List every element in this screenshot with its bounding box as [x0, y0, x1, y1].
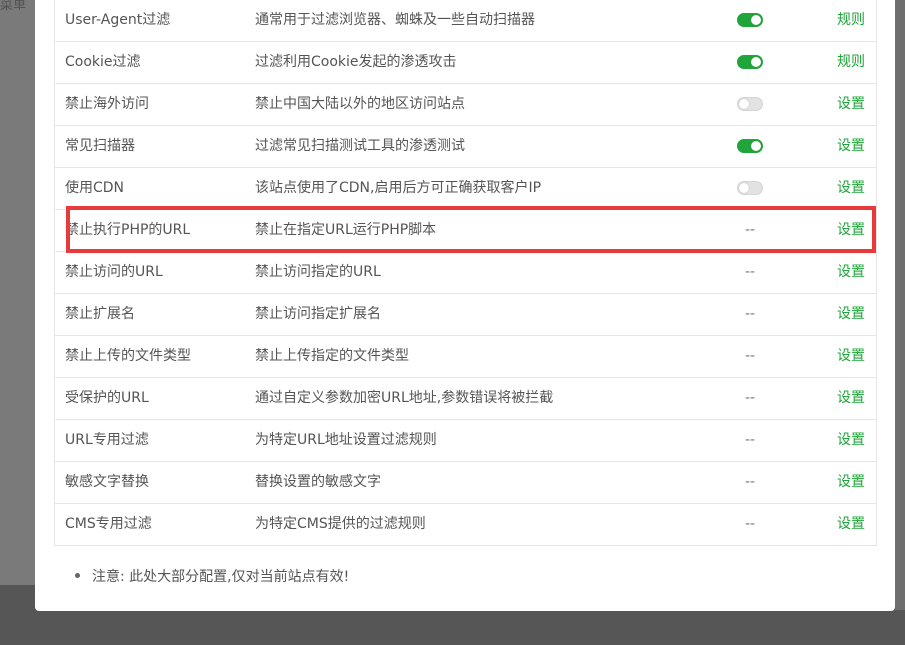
table-row: Cookie过滤 过滤利用Cookie发起的渗透攻击 规则 [55, 42, 876, 84]
rule-description: 禁止在指定URL运行PHP脚本 [255, 222, 437, 238]
rule-status: -- [744, 474, 756, 490]
rule-name: 使用CDN [65, 180, 125, 196]
rule-toggle-switch[interactable] [737, 13, 763, 27]
rule-status: -- [744, 348, 756, 364]
rule-status-cell [725, 168, 775, 209]
table-row: 使用CDN 该站点使用了CDN,启用后方可正确获取客户IP 设置 [55, 168, 876, 210]
waf-settings-dialog: User-Agent过滤 通常用于过滤浏览器、蜘蛛及一些自动扫描器 规则 Cookie… [35, 0, 895, 611]
rule-description: 通常用于过滤浏览器、蜘蛛及一些自动扫描器 [255, 12, 535, 28]
rule-description: 替换设置的敏感文字 [255, 474, 381, 490]
settings-link[interactable]: 设置 [815, 126, 865, 167]
rule-name: 敏感文字替换 [65, 474, 149, 490]
note-text: 注意: 此处大部分配置,仅对当前站点有效! [92, 569, 350, 585]
table-row: 禁止上传的文件类型 禁止上传指定的文件类型 -- 设置 [55, 336, 876, 378]
rule-status-cell [725, 0, 775, 41]
rule-status-cell [725, 42, 775, 83]
rule-status-cell [725, 126, 775, 167]
rule-toggle-switch[interactable] [737, 139, 763, 153]
rule-name: 受保护的URL [65, 390, 149, 406]
background-panel-edge [895, 0, 905, 610]
rule-description: 禁止中国大陆以外的地区访问站点 [255, 96, 465, 112]
bullet-icon [75, 572, 80, 578]
settings-link[interactable]: 设置 [815, 504, 865, 545]
rule-description: 禁止上传指定的文件类型 [255, 348, 409, 364]
rule-description: 该站点使用了CDN,启用后方可正确获取客户IP [255, 180, 542, 196]
rule-status: -- [744, 264, 756, 280]
table-row: 禁止扩展名 禁止访问指定扩展名 -- 设置 [55, 294, 876, 336]
toggle-knob [751, 141, 761, 151]
table-row: 受保护的URL 通过自定义参数加密URL地址,参数错误将被拦截 -- 设置 [55, 378, 876, 420]
rule-button[interactable]: 规则 [815, 0, 865, 41]
rule-description: 过滤利用Cookie发起的渗透攻击 [255, 54, 457, 70]
toggle-knob [751, 15, 761, 25]
toggle-knob [739, 99, 749, 109]
rule-name: Cookie过滤 [65, 54, 141, 70]
rule-status: -- [744, 390, 756, 406]
rule-toggle-switch[interactable] [737, 181, 763, 195]
table-row: 常见扫描器 过滤常见扫描测试工具的渗透测试 设置 [55, 126, 876, 168]
table-row: 禁止访问的URL 禁止访问指定的URL -- 设置 [55, 252, 876, 294]
protection-rules-table: User-Agent过滤 通常用于过滤浏览器、蜘蛛及一些自动扫描器 规则 Cookie… [54, 0, 877, 546]
table-row: 禁止海外访问 禁止中国大陆以外的地区访问站点 设置 [55, 84, 876, 126]
background-partial-text: 菜单 [0, 0, 27, 13]
note-list-item: 注意: 此处大部分配置,仅对当前站点有效! [75, 566, 349, 586]
rule-description: 通过自定义参数加密URL地址,参数错误将被拦截 [255, 390, 554, 406]
table-row: 禁止执行PHP的URL 禁止在指定URL运行PHP脚本 -- 设置 [55, 210, 876, 252]
rule-toggle-switch[interactable] [737, 55, 763, 69]
settings-link[interactable]: 设置 [815, 210, 865, 251]
rule-toggle-switch[interactable] [737, 97, 763, 111]
rule-name: User-Agent过滤 [65, 12, 171, 28]
settings-link[interactable]: 设置 [815, 168, 865, 209]
settings-link[interactable]: 设置 [815, 336, 865, 377]
rule-name: URL专用过滤 [65, 432, 149, 448]
table-row: URL专用过滤 为特定URL地址设置过滤规则 -- 设置 [55, 420, 876, 462]
rule-status: -- [744, 432, 756, 448]
rule-description: 禁止访问指定的URL [255, 264, 381, 280]
settings-link[interactable]: 设置 [815, 252, 865, 293]
rule-name: 常见扫描器 [65, 138, 135, 154]
toggle-knob [739, 183, 749, 193]
toggle-knob [751, 57, 761, 67]
rule-status-cell [725, 84, 775, 125]
settings-link[interactable]: 设置 [815, 420, 865, 461]
settings-link[interactable]: 设置 [815, 294, 865, 335]
rule-button[interactable]: 规则 [815, 42, 865, 83]
rule-description: 禁止访问指定扩展名 [255, 306, 381, 322]
rule-name: CMS专用过滤 [65, 516, 152, 532]
rule-description: 为特定URL地址设置过滤规则 [255, 432, 437, 448]
rule-name: 禁止访问的URL [65, 264, 163, 280]
table-row: CMS专用过滤 为特定CMS提供的过滤规则 -- 设置 [55, 504, 876, 545]
rule-description: 过滤常见扫描测试工具的渗透测试 [255, 138, 465, 154]
rule-description: 为特定CMS提供的过滤规则 [255, 516, 426, 532]
table-row: User-Agent过滤 通常用于过滤浏览器、蜘蛛及一些自动扫描器 规则 [55, 0, 876, 42]
rule-name: 禁止上传的文件类型 [65, 348, 191, 364]
table-row: 敏感文字替换 替换设置的敏感文字 -- 设置 [55, 462, 876, 504]
rule-name: 禁止海外访问 [65, 96, 149, 112]
rule-status: -- [744, 516, 756, 532]
rule-name: 禁止执行PHP的URL [65, 222, 191, 238]
settings-link[interactable]: 设置 [815, 462, 865, 503]
rule-status: -- [744, 222, 756, 238]
settings-link[interactable]: 设置 [815, 84, 865, 125]
settings-link[interactable]: 设置 [815, 378, 865, 419]
rule-status: -- [744, 306, 756, 322]
rule-name: 禁止扩展名 [65, 306, 135, 322]
